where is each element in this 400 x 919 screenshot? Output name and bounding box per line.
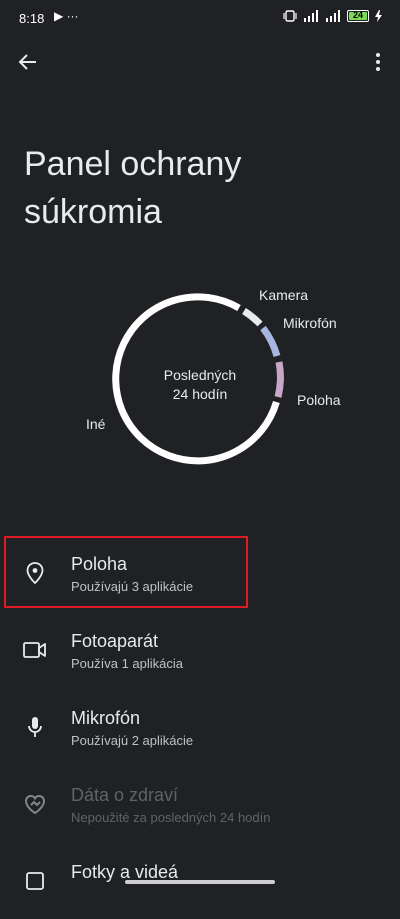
- back-button[interactable]: [14, 48, 42, 76]
- list-item-title: Dáta o zdraví: [71, 785, 179, 805]
- list-item-subtitle: Používajú 3 aplikácie: [71, 579, 194, 594]
- list-item-subtitle: Používajú 2 aplikácie: [71, 733, 194, 748]
- list-item-poloha[interactable]: Poloha Používajú 3 aplikácie: [0, 534, 400, 611]
- page-title: Panel ochrany súkromia: [24, 140, 364, 236]
- chart-center-line2: 24 hodín: [172, 386, 228, 402]
- permission-list: Poloha Používajú 3 aplikácie Fotoaparát …: [0, 534, 400, 919]
- status-bar: 8:18 ▶ ··· 24: [0, 0, 400, 36]
- page-title-line1: Panel ochrany: [24, 145, 242, 183]
- more-vert-icon: [376, 53, 380, 71]
- segment-mikrofon: [260, 325, 281, 358]
- signal-icon: [304, 10, 318, 22]
- location-icon: [22, 560, 48, 586]
- back-arrow-icon: [18, 54, 36, 70]
- battery-level: 24: [352, 10, 363, 20]
- microphone-icon: [22, 714, 48, 740]
- camera-icon: [22, 637, 48, 663]
- status-notification-icons: ▶ ···: [54, 9, 79, 23]
- chart-label-poloha: Poloha: [297, 392, 341, 408]
- list-item-title: Mikrofón: [71, 708, 141, 728]
- list-item-subtitle: Nepoužité za posledných 24 hodín: [71, 810, 271, 825]
- vibrate-icon: [283, 10, 297, 22]
- charging-icon: [375, 10, 382, 22]
- chart-label-kamera: Kamera: [259, 287, 309, 303]
- battery-icon: 24: [347, 10, 369, 22]
- status-right-icons: 24: [283, 10, 382, 22]
- list-item-data-o-zdravi[interactable]: Dáta o zdraví Nepoužité za posledných 24…: [0, 765, 400, 842]
- chart-center-line1: Posledných: [163, 367, 237, 383]
- more-options-button[interactable]: [366, 48, 390, 76]
- segment-poloha: [274, 361, 284, 398]
- list-item-subtitle: Používa 1 aplikácia: [71, 656, 184, 671]
- chart-label-mikrofon: Mikrofón: [283, 315, 337, 331]
- list-item-title: Fotoaparát: [71, 631, 159, 651]
- list-item-mikrofon[interactable]: Mikrofón Používajú 2 aplikácie: [0, 688, 400, 765]
- photos-icon: [22, 868, 48, 894]
- signal-icon-2: [326, 10, 340, 22]
- chart-center-label: Posledných 24 hodín: [150, 366, 250, 404]
- gesture-nav-handle[interactable]: [125, 880, 275, 884]
- status-time: 8:18: [19, 11, 45, 26]
- usage-donut-chart[interactable]: Posledných 24 hodín Kamera Mikrofón Polo…: [40, 270, 380, 500]
- top-app-bar: [0, 42, 400, 82]
- page-title-line2: súkromia: [24, 193, 162, 231]
- segment-kamera: [242, 308, 263, 327]
- list-item-fotoaparat[interactable]: Fotoaparát Používa 1 aplikácia: [0, 611, 400, 688]
- chart-label-ine: Iné: [86, 416, 106, 432]
- health-icon: [22, 791, 48, 817]
- list-item-title: Poloha: [71, 554, 128, 574]
